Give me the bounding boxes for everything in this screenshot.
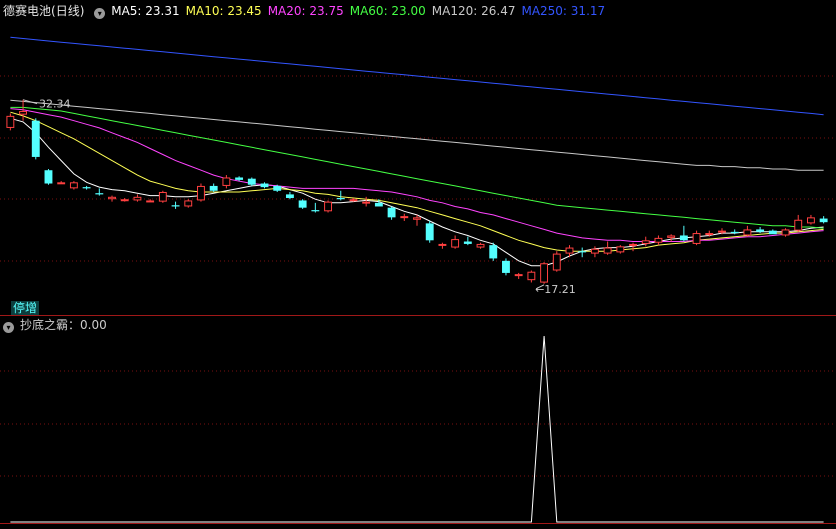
candle-body bbox=[247, 178, 256, 185]
candle-body bbox=[463, 241, 472, 244]
candle-body bbox=[692, 233, 701, 244]
candle-body bbox=[514, 274, 523, 277]
low-price-label: ←17.21 bbox=[535, 283, 576, 296]
candle-body bbox=[209, 185, 218, 191]
candle-body bbox=[273, 185, 282, 191]
candle-body bbox=[158, 191, 167, 202]
period-label[interactable]: (日线) bbox=[51, 4, 84, 18]
candle-body bbox=[311, 210, 320, 212]
candle-body bbox=[6, 115, 15, 128]
candle-body bbox=[756, 229, 765, 232]
candle-body bbox=[336, 198, 345, 200]
chevron-down-icon[interactable]: ▾ bbox=[94, 8, 106, 19]
candle-body bbox=[552, 253, 561, 271]
candle-body bbox=[806, 217, 815, 224]
candle-body bbox=[425, 223, 434, 241]
candle-body bbox=[540, 263, 549, 283]
candle-body bbox=[349, 199, 358, 202]
status-badge: 停增 bbox=[11, 301, 40, 315]
candle-body bbox=[451, 239, 460, 248]
candle-body bbox=[616, 246, 625, 253]
candle-body bbox=[413, 217, 421, 220]
candle-body bbox=[374, 202, 383, 207]
candle-body bbox=[285, 194, 294, 199]
chart-header: 德赛电池(日线) ▾ MA5: 23.31 MA10: 23.45 MA20: 23.… bbox=[3, 3, 611, 19]
indicator-header: ▾ 抄底之霸：0.00 bbox=[3, 317, 113, 333]
candle-body bbox=[527, 271, 536, 281]
candle-body bbox=[476, 243, 485, 248]
candle-body bbox=[578, 251, 587, 253]
ma-line-ma120 bbox=[10, 99, 824, 171]
candle-body bbox=[146, 200, 155, 203]
candle-body bbox=[819, 218, 828, 223]
candle-body bbox=[603, 247, 612, 254]
candle-body bbox=[387, 207, 396, 218]
ma-line-ma10 bbox=[10, 111, 824, 252]
candle-body bbox=[654, 237, 663, 243]
candle-body bbox=[31, 120, 40, 157]
ma-line-ma60 bbox=[10, 106, 824, 229]
candle-body bbox=[235, 177, 244, 180]
candle-body bbox=[502, 260, 510, 273]
candle-body bbox=[298, 200, 307, 208]
candle-body bbox=[44, 170, 53, 184]
candle-body bbox=[260, 183, 269, 188]
candle-body bbox=[565, 247, 574, 254]
candle-body bbox=[197, 185, 205, 201]
candle-body bbox=[743, 229, 752, 236]
candle-body bbox=[730, 231, 739, 234]
candle-body bbox=[679, 235, 688, 241]
candle-body bbox=[400, 216, 409, 219]
candle-body bbox=[718, 230, 726, 233]
candle-body bbox=[324, 201, 332, 212]
candle-body bbox=[82, 187, 91, 189]
candle-body bbox=[95, 193, 104, 195]
candle-body bbox=[438, 243, 447, 246]
candle-body bbox=[171, 205, 180, 207]
ma-legend-item: MA60: 23.00 bbox=[349, 4, 426, 18]
candle-body bbox=[705, 233, 714, 236]
indicator-signal-line bbox=[10, 335, 824, 523]
candle-body bbox=[222, 177, 231, 186]
ma-legend-item: MA10: 23.45 bbox=[185, 4, 262, 18]
ma-legend-item: MA120: 26.47 bbox=[431, 4, 516, 18]
candle-body bbox=[667, 235, 676, 238]
chevron-down-icon[interactable]: ▾ bbox=[3, 322, 14, 333]
ma-legend: MA5: 23.31 MA10: 23.45 MA20: 23.75 MA60: 23… bbox=[111, 4, 611, 18]
candle-body bbox=[133, 196, 142, 201]
candle-body bbox=[69, 182, 78, 189]
candle-body bbox=[57, 182, 66, 185]
candle-body bbox=[489, 245, 498, 259]
high-price-label: 32.34 bbox=[39, 98, 71, 111]
candle-body bbox=[120, 199, 129, 202]
ma-legend-item: MA5: 23.31 bbox=[111, 4, 180, 18]
candle-body bbox=[768, 230, 777, 235]
candle-body bbox=[590, 248, 599, 254]
chart-canvas: 32.34 ←17.21 bbox=[0, 36, 836, 524]
candle-body bbox=[781, 229, 790, 236]
indicator-title[interactable]: 抄底之霸：0.00 bbox=[20, 318, 107, 332]
candle-body bbox=[362, 201, 371, 204]
candle-body bbox=[794, 219, 803, 231]
candle-body bbox=[184, 200, 193, 207]
ma-legend-item: MA20: 23.75 bbox=[267, 4, 344, 18]
candle-body bbox=[19, 111, 28, 115]
candle-body bbox=[108, 196, 116, 200]
candle-body bbox=[629, 243, 637, 246]
stock-name[interactable]: 德赛电池 bbox=[3, 4, 51, 18]
candle-body bbox=[641, 240, 650, 244]
ma-legend-item: MA250: 31.17 bbox=[521, 4, 606, 18]
